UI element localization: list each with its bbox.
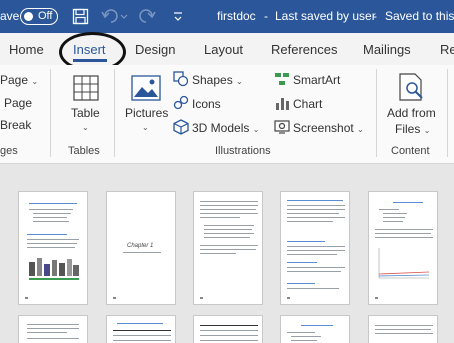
- shapes-button[interactable]: Shapes ⌄: [192, 73, 243, 87]
- page-figure: [29, 258, 79, 280]
- add-from-files-button-line2[interactable]: Files ⌄: [395, 122, 430, 136]
- last-saved-status: Last saved by user: [275, 9, 376, 23]
- chevron-down-icon: ⌄: [423, 126, 431, 135]
- pages-button[interactable]: Page ⌄: [0, 73, 38, 87]
- chevron-down-icon: ⌄: [236, 77, 243, 86]
- content-group-label: Content: [391, 145, 430, 157]
- chevron-down-icon: ⌄: [252, 125, 260, 134]
- page-thumbnail[interactable]: [368, 191, 438, 305]
- 3d-models-icon: [173, 119, 189, 135]
- chart-button[interactable]: Chart: [293, 97, 322, 111]
- chevron-down-icon: ⌄: [357, 125, 364, 134]
- undo-icon[interactable]: [101, 8, 129, 25]
- page-thumbnail[interactable]: [193, 315, 263, 343]
- chapter-title: Chapter 1: [127, 243, 154, 249]
- autosave-state: Off: [38, 10, 53, 22]
- files-label: Files: [395, 122, 421, 136]
- page-thumbnail[interactable]: [18, 315, 88, 343]
- 3d-models-button[interactable]: 3D Models ⌄: [192, 121, 259, 135]
- tab-review[interactable]: Re: [440, 42, 454, 57]
- redo-icon[interactable]: [139, 8, 157, 25]
- tab-layout[interactable]: Layout: [204, 42, 243, 57]
- document-pages-view[interactable]: Chapter 1: [0, 164, 454, 343]
- autosave-label: ave: [0, 9, 20, 23]
- document-name: firstdoc: [217, 9, 256, 23]
- 3d-models-label: 3D Models: [192, 121, 250, 135]
- title-separator: -: [264, 9, 268, 23]
- screenshot-label: Screenshot: [293, 121, 354, 135]
- group-divider: [447, 69, 448, 157]
- tab-mailings[interactable]: Mailings: [363, 42, 411, 57]
- toggle-knob: [24, 12, 33, 21]
- screenshot-icon: [274, 120, 290, 134]
- ribbon-insert: Page ⌄ Page Break ges Table ⌄ Tables Pic…: [0, 65, 454, 164]
- save-location: Saved to this: [385, 9, 454, 23]
- tables-group-label: Tables: [68, 145, 100, 157]
- autosave-toggle[interactable]: Off: [20, 8, 58, 25]
- page-thumbnail[interactable]: [193, 191, 263, 305]
- tab-references[interactable]: References: [271, 42, 337, 57]
- screenshot-button[interactable]: Screenshot ⌄: [293, 121, 364, 135]
- chevron-down-icon[interactable]: ⌄: [82, 123, 89, 132]
- page-thumbnail[interactable]: [18, 191, 88, 305]
- pages-group-label: ges: [0, 145, 18, 157]
- pages-label: Page: [0, 73, 29, 87]
- tab-design[interactable]: Design: [135, 42, 175, 57]
- pictures-button[interactable]: Pictures: [125, 106, 168, 120]
- chevron-down-icon: ⌄: [31, 77, 39, 86]
- page-thumbnail[interactable]: [280, 315, 350, 343]
- smartart-icon: [275, 73, 289, 85]
- icons-icon: [173, 95, 189, 110]
- break-button[interactable]: Break: [0, 118, 31, 132]
- save-icon[interactable]: [72, 8, 89, 25]
- page-break-label[interactable]: Page: [4, 96, 32, 110]
- group-divider: [114, 69, 115, 157]
- chart-icon: [276, 98, 289, 110]
- chevron-down-icon[interactable]: ⌄: [142, 123, 149, 132]
- pictures-icon[interactable]: [131, 75, 161, 101]
- table-icon[interactable]: [73, 75, 99, 101]
- page-chart-figure: [378, 248, 430, 279]
- tab-home[interactable]: Home: [9, 42, 44, 57]
- page-thumbnail[interactable]: [368, 315, 438, 343]
- customize-toolbar-icon[interactable]: [173, 8, 183, 25]
- add-from-files-icon[interactable]: [398, 73, 426, 103]
- illustrations-group-label: Illustrations: [215, 145, 271, 157]
- page-thumbnail[interactable]: [280, 191, 350, 305]
- page-thumbnail[interactable]: [106, 315, 176, 343]
- group-divider: [50, 69, 51, 157]
- shapes-label: Shapes: [192, 73, 233, 87]
- title-separator: -: [373, 9, 377, 23]
- table-button[interactable]: Table: [71, 106, 100, 120]
- group-divider: [376, 69, 377, 157]
- shapes-icon: [173, 71, 189, 87]
- page-thumbnail[interactable]: Chapter 1: [106, 191, 176, 305]
- icons-button[interactable]: Icons: [192, 97, 221, 111]
- smartart-button[interactable]: SmartArt: [293, 73, 340, 87]
- title-bar: ave Off firstdoc - Last saved by user - …: [0, 0, 454, 33]
- add-from-files-button[interactable]: Add from: [387, 106, 436, 120]
